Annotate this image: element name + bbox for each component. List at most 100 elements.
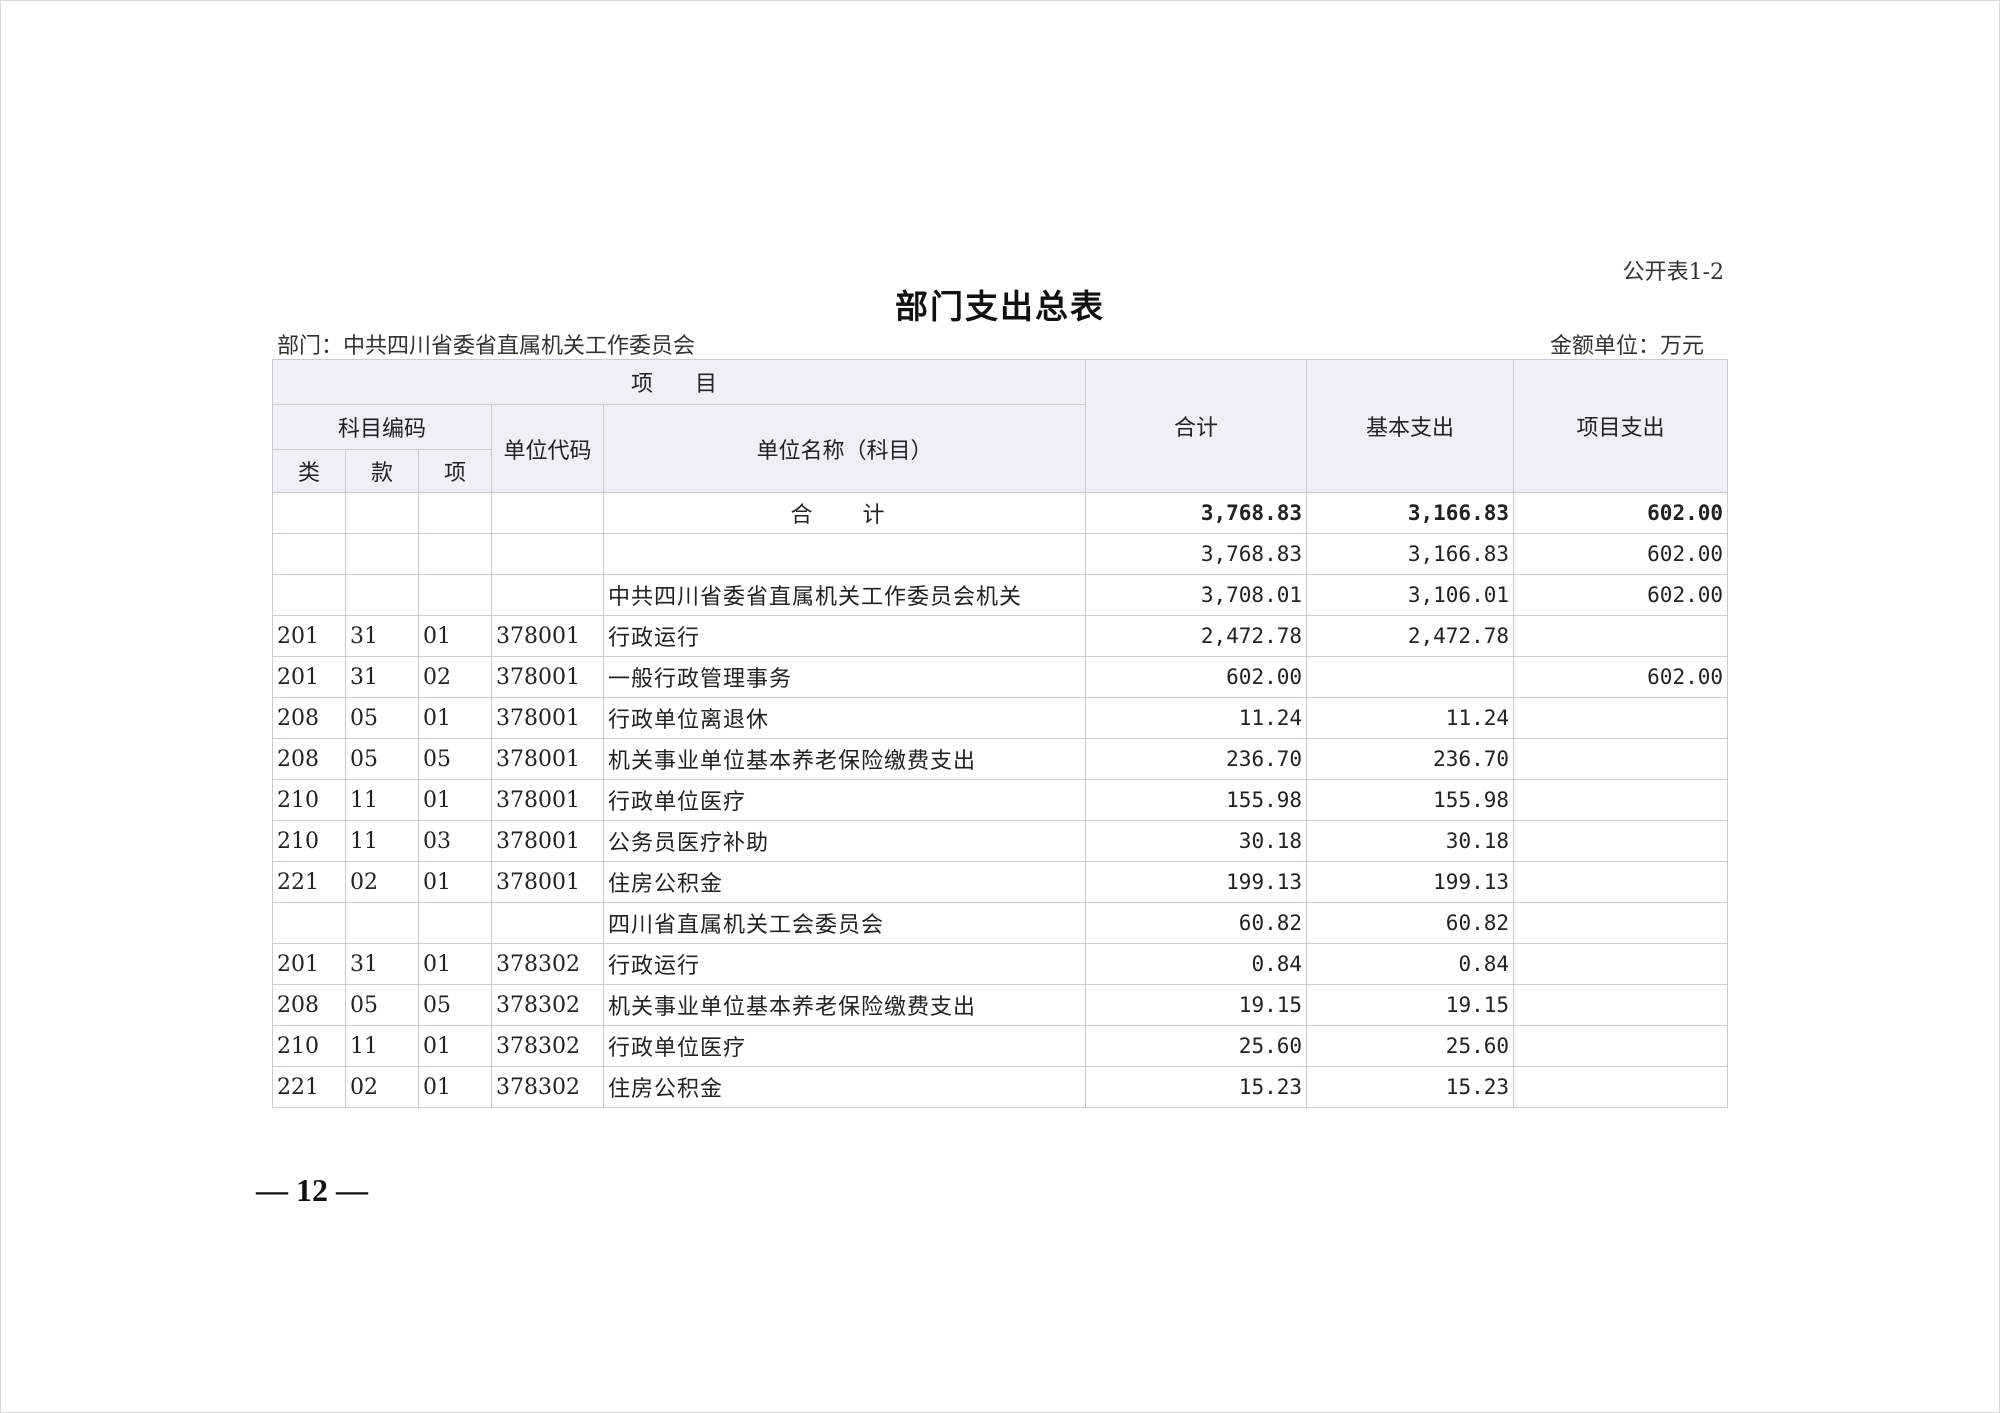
cell-basic: 199.13 — [1306, 861, 1515, 903]
cell-kuan — [345, 492, 419, 534]
cell-lei: 201 — [272, 656, 346, 698]
cell-kuan: 11 — [345, 1025, 419, 1067]
cell-total: 602.00 — [1085, 656, 1308, 698]
cell-total: 60.82 — [1085, 902, 1308, 944]
cell-xiang — [418, 492, 492, 534]
header-kuan: 款 — [345, 449, 419, 493]
cell-total: 3,768.83 — [1085, 492, 1308, 534]
cell-unit-name: 住房公积金 — [602, 1066, 1087, 1108]
cell-lei: 221 — [272, 861, 346, 903]
cell-lei: 208 — [272, 738, 346, 780]
cell-basic: 0.84 — [1306, 943, 1515, 985]
header-unit-code: 单位代码 — [491, 404, 604, 493]
cell-basic: 30.18 — [1306, 820, 1515, 862]
cell-kuan — [345, 533, 419, 575]
cell-project-expenditure: 602.00 — [1513, 574, 1729, 616]
cell-lei — [272, 902, 346, 944]
cell-basic: 3,166.83 — [1306, 533, 1515, 575]
cell-xiang: 01 — [418, 861, 492, 903]
table-row: 208 05 05 378001 机关事业单位基本养老保险缴费支出 236.70 236.7… — [272, 738, 1729, 780]
cell-kuan: 31 — [345, 656, 419, 698]
cell-xiang: 01 — [418, 1025, 492, 1067]
cell-basic: 25.60 — [1306, 1025, 1515, 1067]
cell-unit-name: 机关事业单位基本养老保险缴费支出 — [602, 984, 1087, 1026]
cell-project-expenditure: 602.00 — [1513, 492, 1729, 534]
cell-lei: 210 — [272, 1025, 346, 1067]
cell-lei — [272, 492, 346, 534]
cell-unit-code: 378001 — [491, 656, 604, 698]
cell-xiang — [418, 902, 492, 944]
cell-kuan: 05 — [345, 697, 419, 739]
cell-unit-code: 378001 — [491, 697, 604, 739]
header-lei: 类 — [272, 449, 346, 493]
cell-unit-code — [491, 902, 604, 944]
header-basic: 基本支出 — [1306, 359, 1515, 493]
cell-unit-code — [491, 574, 604, 616]
cell-unit-name: 行政单位离退休 — [602, 697, 1087, 739]
cell-unit-code: 378302 — [491, 943, 604, 985]
header-project: 项 目 — [271, 359, 1087, 405]
cell-project-expenditure — [1513, 820, 1729, 862]
cell-basic: 11.24 — [1306, 697, 1515, 739]
department-label: 部门：中共四川省委省直属机关工作委员会 — [277, 334, 696, 359]
cell-unit-code: 378302 — [491, 1066, 604, 1108]
cell-project-expenditure — [1513, 1066, 1729, 1108]
cell-unit-name: 行政运行 — [602, 943, 1087, 985]
cell-basic: 3,166.83 — [1306, 492, 1515, 534]
cell-xiang: 01 — [418, 779, 492, 821]
cell-total: 2,472.78 — [1085, 615, 1308, 657]
table-row: 210 11 01 378302 行政单位医疗 25.60 25.60 — [272, 1025, 1729, 1067]
table-row: 210 11 03 378001 公务员医疗补助 30.18 30.18 — [272, 820, 1729, 862]
cell-total: 199.13 — [1085, 861, 1308, 903]
cell-kuan: 31 — [345, 615, 419, 657]
cell-xiang: 01 — [418, 697, 492, 739]
cell-lei: 210 — [272, 820, 346, 862]
cell-unit-name: 行政运行 — [602, 615, 1087, 657]
header-total: 合计 — [1085, 359, 1308, 493]
cell-xiang — [418, 574, 492, 616]
cell-kuan: 05 — [345, 738, 419, 780]
cell-lei: 208 — [272, 984, 346, 1026]
cell-unit-name: 行政单位医疗 — [602, 1025, 1087, 1067]
unit-label: 金额单位：万元 — [1549, 334, 1704, 359]
table-row: 201 31 01 378001 行政运行 2,472.78 2,472.78 — [272, 615, 1729, 657]
cell-lei — [272, 533, 346, 575]
table-row: 208 05 01 378001 行政单位离退休 11.24 11.24 — [272, 697, 1729, 739]
cell-unit-name: 中共四川省委省直属机关工作委员会机关 — [602, 574, 1087, 616]
page-title: 部门支出总表 — [895, 287, 1105, 326]
cell-project-expenditure — [1513, 1025, 1729, 1067]
cell-unit-name: 一般行政管理事务 — [602, 656, 1087, 698]
cell-unit-name: 行政单位医疗 — [602, 779, 1087, 821]
cell-unit-name: 合 计 — [602, 492, 1087, 534]
expenditure-table: 项 目 合计 基本支出 项目支出 科目编码 单位代码 单位名称（科目） 类 款 … — [271, 359, 1729, 1108]
cell-unit-code — [491, 533, 604, 575]
cell-xiang: 05 — [418, 984, 492, 1026]
cell-kuan — [345, 574, 419, 616]
cell-unit-code: 378302 — [491, 1025, 604, 1067]
cell-xiang: 05 — [418, 738, 492, 780]
header-unit-name: 单位名称（科目） — [602, 404, 1087, 493]
cell-project-expenditure — [1513, 779, 1729, 821]
table-row: 221 02 01 378302 住房公积金 15.23 15.23 — [272, 1066, 1729, 1108]
table-row: 四川省直属机关工会委员会 60.82 60.82 — [272, 902, 1729, 944]
cell-basic: 155.98 — [1306, 779, 1515, 821]
cell-total: 30.18 — [1085, 820, 1308, 862]
cell-unit-name: 住房公积金 — [602, 861, 1087, 903]
table-row: 201 31 01 378302 行政运行 0.84 0.84 — [272, 943, 1729, 985]
cell-xiang: 01 — [418, 615, 492, 657]
cell-lei: 221 — [272, 1066, 346, 1108]
table-row: 3,768.83 3,166.83 602.00 — [272, 533, 1729, 575]
cell-basic: 236.70 — [1306, 738, 1515, 780]
cell-total: 25.60 — [1085, 1025, 1308, 1067]
cell-lei: 201 — [272, 943, 346, 985]
cell-kuan: 11 — [345, 779, 419, 821]
cell-total: 15.23 — [1085, 1066, 1308, 1108]
cell-unit-name — [602, 533, 1087, 575]
cell-project-expenditure — [1513, 943, 1729, 985]
cell-unit-name: 公务员医疗补助 — [602, 820, 1087, 862]
cell-xiang: 03 — [418, 820, 492, 862]
header-project-expenditure: 项目支出 — [1513, 359, 1729, 493]
cell-lei: 201 — [272, 615, 346, 657]
table-row: 210 11 01 378001 行政单位医疗 155.98 155.98 — [272, 779, 1729, 821]
cell-total: 11.24 — [1085, 697, 1308, 739]
